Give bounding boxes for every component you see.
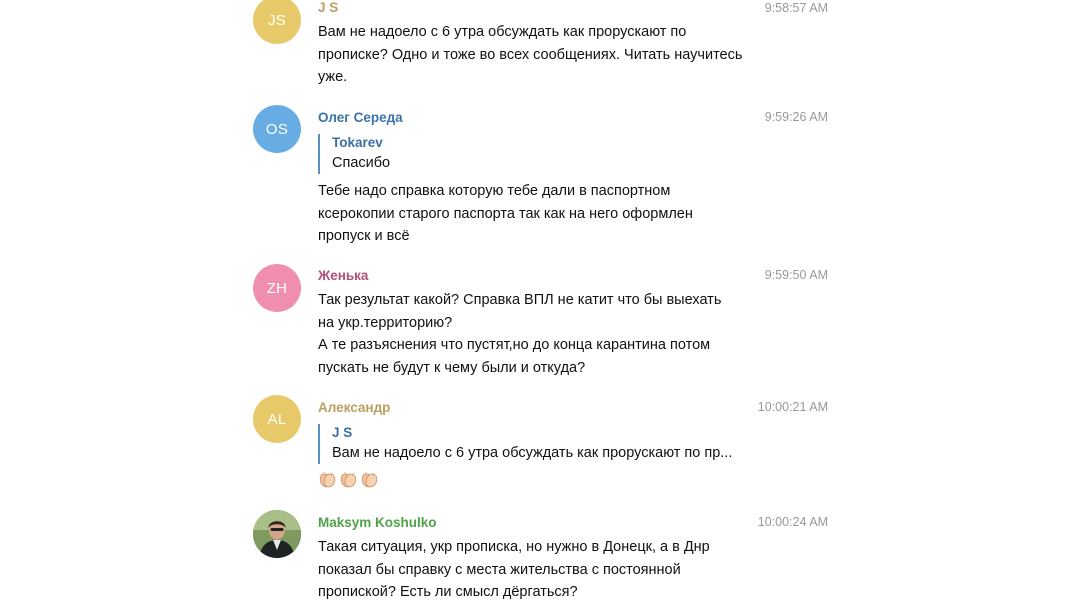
user-photo-icon	[253, 510, 301, 558]
reply-quote[interactable]: Tokarev Спасибо	[318, 134, 390, 174]
avatar[interactable]	[253, 510, 301, 558]
message-author[interactable]: J S	[318, 0, 338, 15]
message-time: 10:00:21 AM	[757, 400, 828, 414]
reply-author: Tokarev	[332, 135, 383, 150]
avatar[interactable]: JS	[253, 0, 301, 44]
message-author[interactable]: Maksym Koshulko	[318, 515, 437, 530]
message-text: Так результат какой? Справка ВПЛ не кати…	[318, 292, 722, 376]
message-text: Вам не надоело с 6 утра обсуждать как пр…	[318, 24, 743, 85]
message-text: Тебе надо справка которую тебе дали в па…	[318, 183, 693, 244]
clapping-hands-icon	[340, 471, 357, 488]
message-author[interactable]: Женька	[318, 268, 368, 283]
message-author[interactable]: Александр	[318, 400, 390, 415]
message-time: 10:00:24 AM	[757, 515, 828, 529]
reply-author: J S	[332, 425, 353, 440]
clapping-hands-icon	[361, 471, 378, 488]
avatar[interactable]: OS	[253, 105, 301, 153]
message-time: 9:58:57 AM	[764, 1, 828, 15]
message-text: Такая ситуация, укр прописка, но нужно в…	[318, 539, 710, 600]
message-time: 9:59:50 AM	[764, 268, 828, 282]
reply-quote[interactable]: J S Вам не надоело с 6 утра обсуждать ка…	[318, 424, 732, 464]
message-author[interactable]: Олег Середа	[318, 110, 403, 125]
message-time: 9:59:26 AM	[764, 110, 828, 124]
avatar[interactable]: AL	[253, 395, 301, 443]
reply-text: Спасибо	[332, 155, 391, 171]
clapping-hands-icon	[319, 471, 336, 488]
avatar[interactable]: ZH	[253, 264, 301, 312]
reply-text: Вам не надоело с 6 утра обсуждать как пр…	[332, 445, 733, 461]
emoji-row	[318, 470, 381, 492]
